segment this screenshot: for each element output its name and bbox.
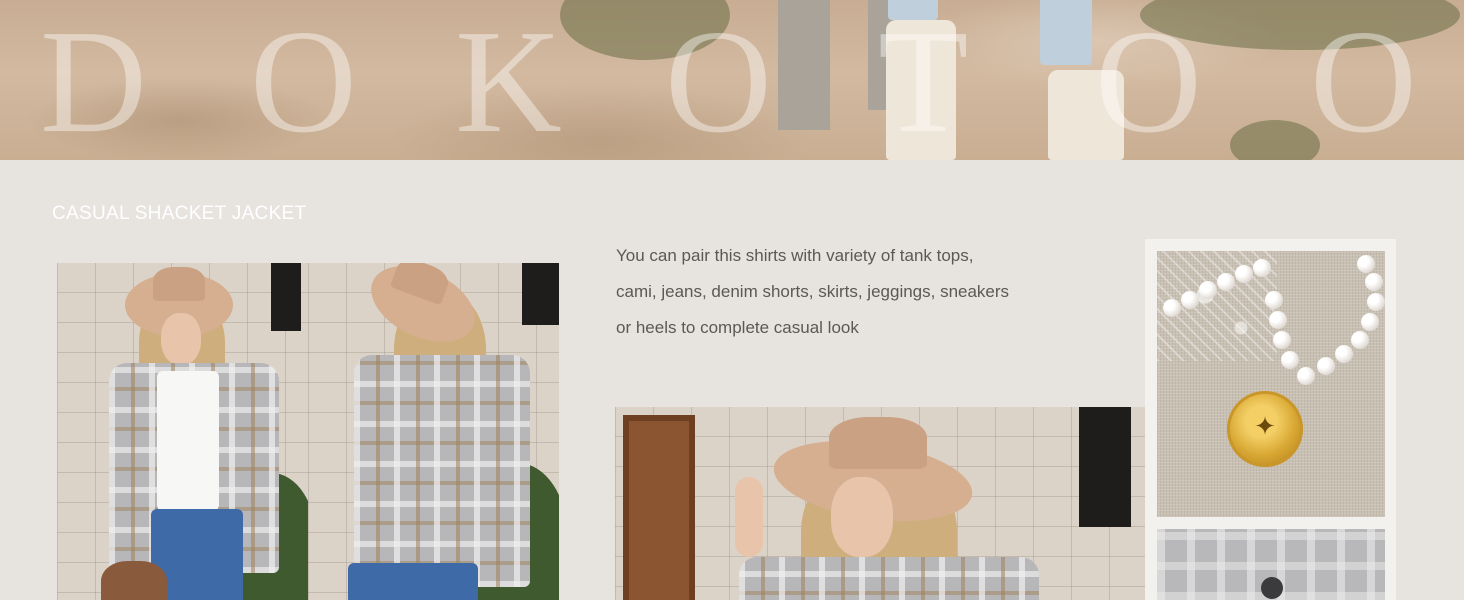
brand-letter: K: [455, 0, 562, 160]
face: [161, 313, 201, 365]
raised-hand: [735, 477, 763, 557]
hat-crown: [153, 267, 205, 301]
plaid-shacket: [354, 355, 530, 587]
pearl: [1235, 265, 1253, 283]
brand-letter: D: [40, 0, 147, 160]
pearl: [1357, 255, 1375, 273]
hero-banner: D O K O T O O: [0, 0, 1464, 160]
brand-letter: O: [250, 0, 357, 160]
brand-letter: O: [665, 0, 772, 160]
description-line: cami, jeans, denim shorts, skirts, jeggi…: [616, 282, 1010, 301]
brand-letter: O: [1095, 0, 1202, 160]
description-line: or heels to complete casual look: [616, 318, 859, 337]
model-closeup-photo: [615, 407, 1145, 600]
pearl: [1269, 311, 1287, 329]
pearl: [1281, 351, 1299, 369]
model-back-photo: [308, 263, 559, 600]
handbag: [101, 561, 167, 600]
brand-letter: O: [1310, 0, 1417, 160]
face: [831, 477, 893, 557]
pearl: [1351, 331, 1369, 349]
window: [271, 263, 301, 331]
pearl: [1365, 273, 1383, 291]
pearl: [1361, 313, 1379, 331]
pearl: [1181, 291, 1199, 309]
section-title: CASUAL SHACKET JACKET: [52, 203, 307, 224]
model-front-photo: [57, 263, 308, 600]
white-tank-top: [157, 371, 219, 511]
window: [1079, 407, 1131, 527]
window: [522, 263, 559, 325]
detail-panel: ✦: [1145, 239, 1396, 600]
fabric-detail-photo: [1157, 529, 1385, 600]
plaid-shacket: [739, 557, 1039, 600]
bee-icon: ✦: [1254, 411, 1276, 441]
pearl: [1163, 299, 1181, 317]
product-description: You can pair this shirts with variety of…: [616, 238, 1056, 346]
pearl: [1265, 291, 1283, 309]
pearl: [1273, 331, 1291, 349]
hero-leg: [1040, 0, 1092, 65]
necklace-detail-photo: ✦: [1157, 251, 1385, 517]
pearl: [1297, 367, 1315, 385]
jeans: [348, 563, 478, 600]
pearl: [1317, 357, 1335, 375]
pearl: [1217, 273, 1235, 291]
brand-letter: T: [878, 0, 969, 160]
pearl: [1335, 345, 1353, 363]
hero-fence-post: [778, 0, 830, 130]
button-icon: [1261, 577, 1283, 599]
pearl: [1367, 293, 1385, 311]
hat-crown: [829, 417, 927, 469]
wooden-door: [623, 415, 695, 600]
pearl: [1199, 281, 1217, 299]
description-line: You can pair this shirts with variety of…: [616, 246, 974, 265]
pearl: [1253, 259, 1271, 277]
